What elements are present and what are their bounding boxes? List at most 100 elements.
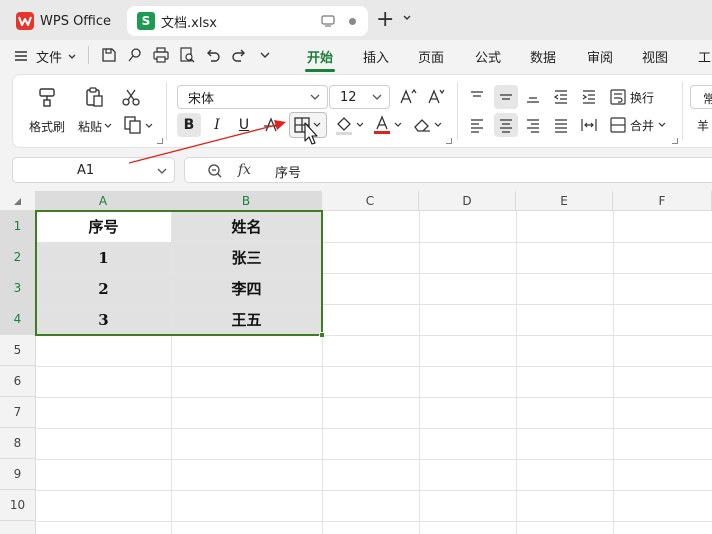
borders-chevron-icon[interactable] <box>313 121 321 129</box>
decrease-indent-icon[interactable] <box>552 88 570 106</box>
decrease-font-size-icon[interactable] <box>427 88 445 106</box>
quick-access-more-chevron-icon[interactable] <box>259 51 271 61</box>
underline-button[interactable]: U <box>232 113 256 137</box>
font-color-chevron-icon[interactable] <box>394 121 402 129</box>
menubar-divider <box>88 46 89 64</box>
format-painter-label[interactable]: 格式刷 <box>29 118 65 135</box>
file-menu-chevron-icon[interactable] <box>67 52 77 62</box>
font-name-chevron-icon[interactable] <box>309 91 321 103</box>
align-left-icon[interactable] <box>468 116 486 134</box>
clear-chevron-icon[interactable] <box>434 121 442 129</box>
font-group-launcher-icon[interactable] <box>446 138 452 144</box>
justify-icon[interactable] <box>552 116 570 134</box>
wps-office-tab[interactable]: WPS Office <box>6 6 124 36</box>
clear-eraser-icon[interactable] <box>412 116 432 134</box>
column-header-a[interactable]: A <box>36 191 171 211</box>
column-header-b[interactable]: B <box>171 191 322 211</box>
name-box-chevron-icon[interactable] <box>156 165 168 177</box>
number-format-select[interactable]: 常 <box>690 85 712 109</box>
row-header-6[interactable]: 6 <box>0 366 36 397</box>
formula-bar[interactable]: fx 序号 <box>184 157 712 183</box>
hamburger-menu-icon[interactable] <box>12 47 30 65</box>
italic-button[interactable]: I <box>205 113 229 137</box>
gridline <box>36 521 712 522</box>
align-bottom-icon[interactable] <box>524 88 542 106</box>
column-header-e[interactable]: E <box>516 191 613 211</box>
row-header-11[interactable] <box>0 521 36 534</box>
cut-scissors-icon[interactable] <box>121 87 141 107</box>
bold-button[interactable]: B <box>177 113 201 137</box>
print-preview-icon[interactable] <box>178 46 196 64</box>
new-tab-plus-icon[interactable]: + <box>376 9 394 31</box>
unsaved-dot-icon[interactable] <box>349 17 356 25</box>
row-header-3[interactable]: 3 <box>0 273 36 304</box>
gridline <box>419 211 420 534</box>
align-top-icon[interactable] <box>468 88 486 106</box>
copy-icon[interactable] <box>123 115 143 135</box>
row-header-4[interactable]: 4 <box>0 304 36 335</box>
row-header-9[interactable]: 9 <box>0 459 36 490</box>
tab-home[interactable]: 开始 <box>307 47 333 66</box>
row-header-5[interactable]: 5 <box>0 335 36 366</box>
share-link-icon[interactable] <box>126 46 144 64</box>
column-header-f[interactable]: F <box>613 191 712 211</box>
fill-color-chevron-icon[interactable] <box>356 121 364 129</box>
fill-handle[interactable] <box>319 332 325 338</box>
merge-label[interactable]: 合并 <box>630 117 654 134</box>
undo-icon[interactable] <box>204 46 222 64</box>
font-name-select[interactable]: 宋体 <box>177 85 328 109</box>
spreadsheet-grid[interactable]: A B C D E F 1 2 3 4 5 6 7 8 9 10 序号 姓名 1… <box>0 191 712 534</box>
increase-indent-icon[interactable] <box>580 88 598 106</box>
insert-function-fx-button[interactable]: fx <box>238 162 251 178</box>
tab-view[interactable]: 视图 <box>642 47 668 66</box>
name-box[interactable]: A1 <box>12 157 175 183</box>
wps-office-tab-label: WPS Office <box>40 13 112 29</box>
row-header-10[interactable]: 10 <box>0 490 36 521</box>
column-header-c[interactable]: C <box>322 191 419 211</box>
tab-data[interactable]: 数据 <box>530 47 556 66</box>
redo-icon[interactable] <box>230 46 248 64</box>
save-icon[interactable] <box>100 46 118 64</box>
tab-formulas[interactable]: 公式 <box>475 47 501 66</box>
alignment-group-launcher-icon[interactable] <box>672 138 678 144</box>
row-header-1[interactable]: 1 <box>0 211 36 242</box>
column-header-d[interactable]: D <box>419 191 516 211</box>
copy-chevron-icon[interactable] <box>145 122 153 130</box>
row-header-8[interactable]: 8 <box>0 428 36 459</box>
wrap-text-label[interactable]: 换行 <box>630 89 654 106</box>
paste-chevron-icon[interactable] <box>104 122 112 130</box>
font-size-chevron-icon[interactable] <box>371 91 383 103</box>
tab-page[interactable]: 页面 <box>418 47 444 66</box>
tab-tools-cutoff[interactable]: 工 <box>698 47 711 66</box>
row-header-2[interactable]: 2 <box>0 242 36 273</box>
print-icon[interactable] <box>152 46 170 64</box>
file-menu[interactable]: 文件 <box>36 47 62 66</box>
font-size-select[interactable]: 12 <box>329 85 390 109</box>
row-header-7[interactable]: 7 <box>0 397 36 428</box>
strikethrough-icon[interactable] <box>262 116 280 134</box>
zoom-search-icon[interactable] <box>207 163 223 179</box>
increase-font-size-icon[interactable] <box>399 88 417 106</box>
distributed-align-icon[interactable] <box>580 116 598 134</box>
selection-border <box>35 210 323 336</box>
format-painter-icon[interactable] <box>36 86 58 108</box>
clipboard-group-launcher-icon[interactable] <box>157 138 163 144</box>
align-right-icon[interactable] <box>524 116 542 134</box>
fill-color-bucket-icon[interactable] <box>334 115 354 135</box>
tab-review[interactable]: 审阅 <box>587 47 613 66</box>
monitor-icon[interactable] <box>321 15 335 27</box>
merge-cells-icon[interactable] <box>609 116 627 134</box>
merge-chevron-icon[interactable] <box>658 121 666 129</box>
wrap-text-icon[interactable] <box>609 88 627 106</box>
paste-label[interactable]: 粘贴 <box>78 118 102 135</box>
tab-insert[interactable]: 插入 <box>363 47 389 66</box>
font-color-icon[interactable] <box>373 115 391 135</box>
tab-list-chevron-icon[interactable] <box>402 13 412 23</box>
currency-format-button[interactable]: 羊 <box>697 117 709 134</box>
align-center-icon <box>500 119 512 133</box>
formula-input[interactable]: 序号 <box>275 162 301 181</box>
ribbon-separator <box>682 82 683 140</box>
document-tab[interactable]: S 文档.xlsx <box>127 6 368 36</box>
select-all-corner[interactable] <box>0 191 36 211</box>
paste-clipboard-icon[interactable] <box>83 86 105 108</box>
